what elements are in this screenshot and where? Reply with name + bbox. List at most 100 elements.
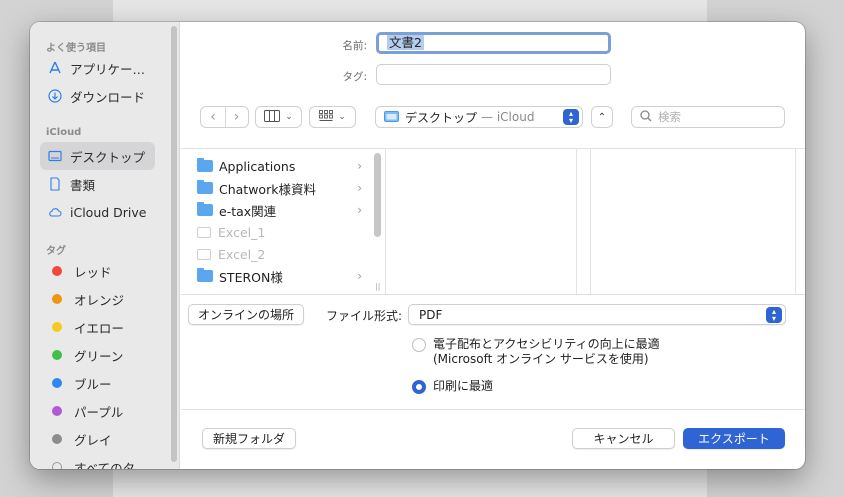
green-tag-dot-icon bbox=[52, 350, 62, 360]
sidebar-item-label: iCloud Drive bbox=[70, 204, 147, 220]
sidebar-item-downloads[interactable]: ダウンロード bbox=[40, 82, 155, 110]
view-mode-button[interactable]: ⌄ bbox=[255, 106, 302, 128]
list-item[interactable]: Chatwork様資料 › bbox=[197, 178, 362, 198]
yellow-tag-dot-icon bbox=[52, 322, 62, 332]
blue-tag-dot-icon bbox=[52, 378, 62, 388]
sidebar-tag-gray[interactable]: グレイ bbox=[40, 425, 155, 453]
chevron-up-icon: ⌃ bbox=[597, 111, 607, 123]
tag-label: タグ: bbox=[342, 71, 367, 83]
navigation-buttons: ‹ › bbox=[200, 106, 249, 128]
folder-icon bbox=[197, 180, 213, 194]
file-format-value: PDF bbox=[419, 307, 443, 322]
spreadsheet-file-icon bbox=[197, 248, 211, 260]
tag-input[interactable] bbox=[376, 64, 611, 85]
forward-button[interactable]: › bbox=[224, 107, 248, 127]
sidebar-item-label: 書類 bbox=[70, 177, 96, 193]
radio-accessibility-line1: 電子配布とアクセシビリティの向上に最適 bbox=[433, 337, 660, 351]
chevron-right-icon: › bbox=[357, 181, 362, 195]
footer-separator bbox=[181, 409, 805, 410]
radio-accessibility[interactable] bbox=[412, 338, 426, 352]
sidebar: よく使う項目 アプリケー… ダウンロード iCloud デスクトップ 書類 iC… bbox=[30, 22, 180, 469]
all-tags-icon bbox=[52, 462, 62, 469]
group-view-button[interactable]: ⌄ bbox=[309, 106, 356, 128]
online-locations-button[interactable]: オンラインの場所 bbox=[188, 304, 304, 325]
name-input-value: 文書2 bbox=[387, 35, 424, 50]
file-format-label: ファイル形式: bbox=[326, 309, 403, 323]
list-item-label: STERON様 bbox=[219, 269, 283, 285]
gray-tag-dot-icon bbox=[52, 434, 62, 444]
list-item: Excel_1 bbox=[197, 222, 362, 242]
browser-column-1: Applications › Chatwork様資料 › e-tax関連 › E… bbox=[181, 149, 371, 294]
radio-accessibility-label: 電子配布とアクセシビリティの向上に最適 (Microsoft オンライン サービ… bbox=[433, 337, 660, 367]
main-panel: 名前: 文書2 タグ: ‹ › ⌄ ⌄ デスクトップ — iCloud ▴ ▾ … bbox=[181, 22, 805, 469]
list-item[interactable]: Applications › bbox=[197, 156, 362, 176]
sidebar-item-desktop[interactable]: デスクトップ bbox=[40, 142, 155, 170]
name-label: 名前: bbox=[342, 40, 367, 52]
browser-scrollbar[interactable] bbox=[374, 153, 381, 237]
sidebar-tag-red[interactable]: レッド bbox=[40, 257, 155, 285]
sidebar-scrollbar[interactable] bbox=[171, 26, 177, 462]
columns-view-icon bbox=[264, 109, 281, 125]
sidebar-item-label: グリーン bbox=[74, 348, 124, 364]
sidebar-item-label: グレイ bbox=[74, 432, 112, 448]
radio-print-label: 印刷に最適 bbox=[433, 379, 494, 393]
icloud-header: iCloud bbox=[46, 127, 82, 138]
search-placeholder: 検索 bbox=[658, 110, 681, 124]
column-divider bbox=[590, 149, 591, 294]
search-icon bbox=[640, 109, 652, 125]
desktop-folder-icon bbox=[384, 110, 399, 125]
grid-view-icon bbox=[319, 109, 334, 125]
column-divider bbox=[576, 149, 577, 294]
new-folder-button[interactable]: 新規フォルダ bbox=[202, 428, 296, 449]
location-popup[interactable]: デスクトップ — iCloud ▴ ▾ bbox=[375, 106, 583, 128]
sidebar-tag-green[interactable]: グリーン bbox=[40, 341, 155, 369]
list-item[interactable]: e-tax関連 › bbox=[197, 200, 362, 220]
name-input[interactable]: 文書2 bbox=[376, 32, 611, 54]
sidebar-item-label: イエロー bbox=[74, 320, 124, 336]
download-icon bbox=[48, 89, 62, 103]
location-sub-label: — iCloud bbox=[481, 110, 535, 124]
favorites-header: よく使う項目 bbox=[46, 43, 106, 54]
sidebar-item-icloud-drive[interactable]: iCloud Drive bbox=[40, 198, 155, 226]
sidebar-item-label: パープル bbox=[74, 404, 124, 420]
file-browser: Applications › Chatwork様資料 › e-tax関連 › E… bbox=[181, 148, 805, 295]
cloud-icon bbox=[48, 205, 62, 219]
sidebar-tag-all[interactable]: すべてのタ… bbox=[40, 453, 155, 469]
radio-accessibility-line2: (Microsoft オンライン サービスを使用) bbox=[433, 352, 649, 366]
list-item[interactable]: STERON様 › bbox=[197, 266, 362, 286]
file-format-select[interactable]: PDF ▴ ▾ bbox=[408, 304, 786, 325]
export-button[interactable]: エクスポート bbox=[683, 428, 785, 449]
chevron-right-icon: › bbox=[357, 203, 362, 217]
sidebar-tag-orange[interactable]: オレンジ bbox=[40, 285, 155, 313]
sidebar-item-label: オレンジ bbox=[74, 292, 125, 308]
applications-icon bbox=[48, 61, 62, 75]
back-button[interactable]: ‹ bbox=[202, 107, 225, 127]
radio-print[interactable] bbox=[412, 380, 426, 394]
sidebar-item-label: ダウンロード bbox=[70, 89, 146, 105]
export-dialog: よく使う項目 アプリケー… ダウンロード iCloud デスクトップ 書類 iC… bbox=[30, 22, 805, 469]
sidebar-tag-purple[interactable]: パープル bbox=[40, 397, 155, 425]
chevron-right-icon: › bbox=[357, 269, 362, 283]
sidebar-item-label: レッド bbox=[74, 264, 112, 280]
column-resize-grip-icon[interactable]: || bbox=[375, 282, 380, 291]
sidebar-item-label: すべてのタ… bbox=[74, 460, 148, 470]
list-item-label: Excel_1 bbox=[218, 224, 266, 240]
sidebar-tag-yellow[interactable]: イエロー bbox=[40, 313, 155, 341]
sidebar-item-documents[interactable]: 書類 bbox=[40, 170, 155, 198]
list-item-label: Applications bbox=[219, 158, 296, 174]
sidebar-item-applications[interactable]: アプリケー… bbox=[40, 54, 155, 82]
search-field[interactable]: 検索 bbox=[631, 106, 785, 128]
document-icon bbox=[48, 177, 62, 191]
sidebar-item-label: ブルー bbox=[74, 376, 112, 392]
sidebar-tag-blue[interactable]: ブルー bbox=[40, 369, 155, 397]
tags-header: タグ bbox=[46, 246, 66, 257]
cancel-button[interactable]: キャンセル bbox=[572, 428, 675, 449]
spreadsheet-file-icon bbox=[197, 226, 211, 238]
column-divider bbox=[385, 149, 386, 294]
list-item-label: Excel_2 bbox=[218, 246, 266, 262]
desktop-icon bbox=[48, 149, 62, 163]
orange-tag-dot-icon bbox=[52, 294, 62, 304]
list-item-label: e-tax関連 bbox=[219, 203, 277, 219]
up-down-chevron-icon: ▴ ▾ bbox=[766, 307, 782, 323]
collapse-button[interactable]: ⌃ bbox=[591, 106, 613, 128]
